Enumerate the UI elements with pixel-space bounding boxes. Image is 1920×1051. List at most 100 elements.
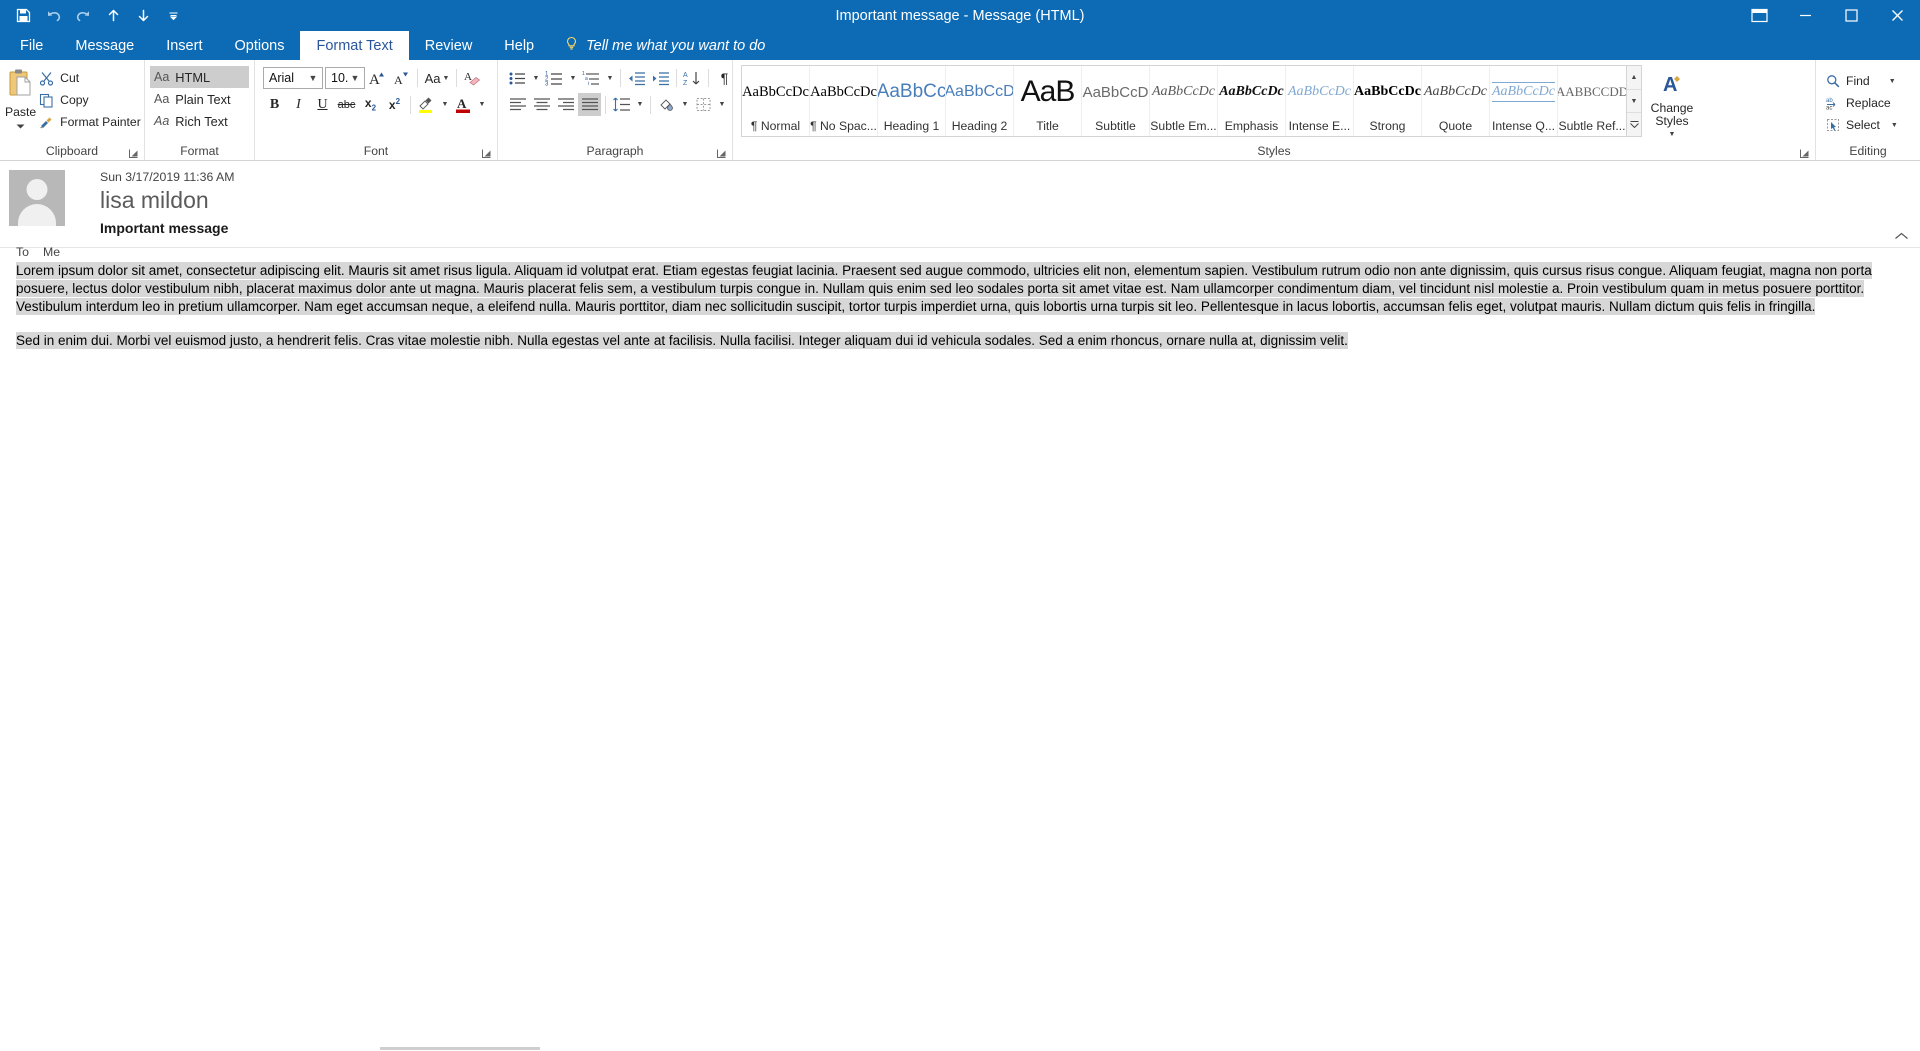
chevron-down-icon[interactable]: ▼ [306,73,320,83]
font-name-combo[interactable]: Arial ▼ [263,67,323,89]
style-item-strong[interactable]: AaBbCcDc Strong [1354,66,1422,136]
chevron-down-icon[interactable]: ▼ [1891,122,1898,129]
style-item-emphasis[interactable]: AaBbCcDc Emphasis [1218,66,1286,136]
chevron-down-icon[interactable]: ▼ [1889,78,1896,85]
strikethrough-button[interactable]: abc [335,93,358,116]
paragraph-dialog-launcher[interactable] [716,146,727,158]
find-button[interactable]: Find ▼ [1822,70,1903,92]
tab-message[interactable]: Message [59,31,150,60]
clipboard-dialog-launcher[interactable] [128,146,139,158]
chevron-up-icon[interactable] [1895,231,1908,243]
body-paragraph-2[interactable]: Sed in enim dui. Morbi vel euismod justo… [16,332,1348,349]
body-paragraph-1[interactable]: Lorem ipsum dolor sit amet, consectetur … [16,262,1872,315]
italic-button[interactable]: I [287,93,310,116]
tab-help[interactable]: Help [488,31,550,60]
underline-button[interactable]: U [311,93,334,116]
style-item-title[interactable]: AaB Title [1014,66,1082,136]
multilevel-list-dropdown[interactable]: ▼ [604,67,616,90]
gallery-scroll-up-button[interactable]: ▲ [1627,66,1641,90]
font-color-dropdown[interactable]: ▼ [476,93,488,116]
style-item-heading-2[interactable]: AaBbCcD Heading 2 [946,66,1014,136]
style-item-quote[interactable]: AaBbCcDc Quote [1422,66,1490,136]
clear-formatting-button[interactable]: A [461,67,484,90]
increase-indent-button[interactable] [649,67,672,90]
font-size-combo[interactable]: 10.5 ▼ [325,67,365,89]
gallery-more-button[interactable] [1627,113,1641,137]
customize-quick-access-toolbar-icon[interactable] [158,2,188,30]
font-color-button[interactable]: A [452,93,475,116]
tab-review[interactable]: Review [409,31,489,60]
borders-button[interactable] [692,93,715,116]
cut-button[interactable]: Cut [36,67,146,89]
close-icon[interactable] [1874,0,1920,31]
message-body[interactable]: Lorem ipsum dolor sit amet, consectetur … [0,248,1920,1051]
gallery-scroll-down-button[interactable]: ▼ [1627,89,1641,114]
style-item-subtitle[interactable]: AaBbCcD Subtitle [1082,66,1150,136]
highlight-color-dropdown[interactable]: ▼ [439,93,451,116]
borders-dropdown[interactable]: ▼ [716,93,728,116]
undo-icon[interactable] [38,2,68,30]
replace-button[interactable]: ab ac Replace [1822,92,1903,114]
copy-button[interactable]: Copy [36,89,146,111]
styles-gallery[interactable]: AaBbCcDc ¶ Normal AaBbCcDc ¶ No Spac... … [741,65,1627,137]
line-spacing-dropdown[interactable]: ▼ [634,93,646,116]
tab-insert[interactable]: Insert [150,31,218,60]
ribbon-display-options-icon[interactable] [1736,0,1782,31]
bullets-dropdown[interactable]: ▼ [530,67,542,90]
line-spacing-button[interactable] [610,93,633,116]
save-icon[interactable] [8,2,38,30]
tab-format-text[interactable]: Format Text [300,31,409,60]
align-right-button[interactable] [554,93,577,116]
style-item-intense-quote[interactable]: AaBbCcDc Intense Q... [1490,66,1558,136]
select-button[interactable]: Select ▼ [1822,114,1903,136]
style-item-heading-1[interactable]: AaBbCc Heading 1 [878,66,946,136]
bold-button[interactable]: B [263,93,286,116]
format-plain-text-button[interactable]: Aa Plain Text [150,88,249,110]
minimize-icon[interactable] [1782,0,1828,31]
font-dialog-launcher[interactable] [481,146,492,158]
bullets-button[interactable] [506,67,529,90]
multilevel-list-button[interactable]: 1ai [580,67,603,90]
shading-dropdown[interactable]: ▼ [679,93,691,116]
chevron-down-icon[interactable]: ▼ [348,73,362,83]
style-item-no-spacing[interactable]: AaBbCcDc ¶ No Spac... [810,66,878,136]
subscript-button[interactable]: x2 [359,93,382,116]
style-item-subtle-reference[interactable]: AABBCCDD Subtle Ref... [1558,66,1626,136]
restore-icon[interactable] [1828,0,1874,31]
superscript-button[interactable]: x2 [383,93,406,116]
style-item-normal[interactable]: AaBbCcDc ¶ Normal [742,66,810,136]
chevron-down-icon[interactable]: ▼ [442,75,449,82]
arrow-down-icon[interactable] [128,2,158,30]
align-center-button[interactable] [530,93,553,116]
format-html-button[interactable]: Aa HTML [150,66,249,88]
numbering-button[interactable]: 123 [543,67,566,90]
tell-me-box[interactable]: Tell me what you want to do [550,31,781,60]
grow-font-button[interactable]: A [366,67,389,90]
justify-button[interactable] [578,93,601,116]
shading-button[interactable] [655,93,678,116]
styles-gallery-scroll[interactable]: ▲ ▼ [1627,65,1642,137]
chevron-down-icon[interactable] [16,118,25,132]
paste-button[interactable]: Paste [5,64,36,132]
numbering-dropdown[interactable]: ▼ [567,67,579,90]
redo-icon[interactable] [68,2,98,30]
format-painter-button[interactable]: Format Painter [36,111,146,133]
contact-avatar[interactable] [9,170,65,226]
sort-button[interactable]: AZ [681,67,704,90]
shrink-font-button[interactable]: A [390,67,413,90]
align-left-button[interactable] [506,93,529,116]
tab-options[interactable]: Options [218,31,300,60]
styles-dialog-launcher[interactable] [1799,146,1810,158]
style-item-subtle-emphasis[interactable]: AaBbCcDc Subtle Em... [1150,66,1218,136]
tab-file[interactable]: File [4,31,59,60]
style-item-intense-emphasis[interactable]: AaBbCcDc Intense E... [1286,66,1354,136]
chevron-down-icon[interactable]: ▼ [1669,128,1676,141]
arrow-up-icon[interactable] [98,2,128,30]
group-label-editing: Editing [1849,143,1887,158]
change-styles-button[interactable]: A Change Styles ▼ [1642,65,1702,141]
format-rich-text-button[interactable]: Aa Rich Text [150,110,249,132]
text-highlight-color-button[interactable] [415,93,438,116]
change-case-button[interactable]: Aa ▼ [422,67,452,90]
to-value[interactable]: Me [43,245,60,259]
decrease-indent-button[interactable] [625,67,648,90]
